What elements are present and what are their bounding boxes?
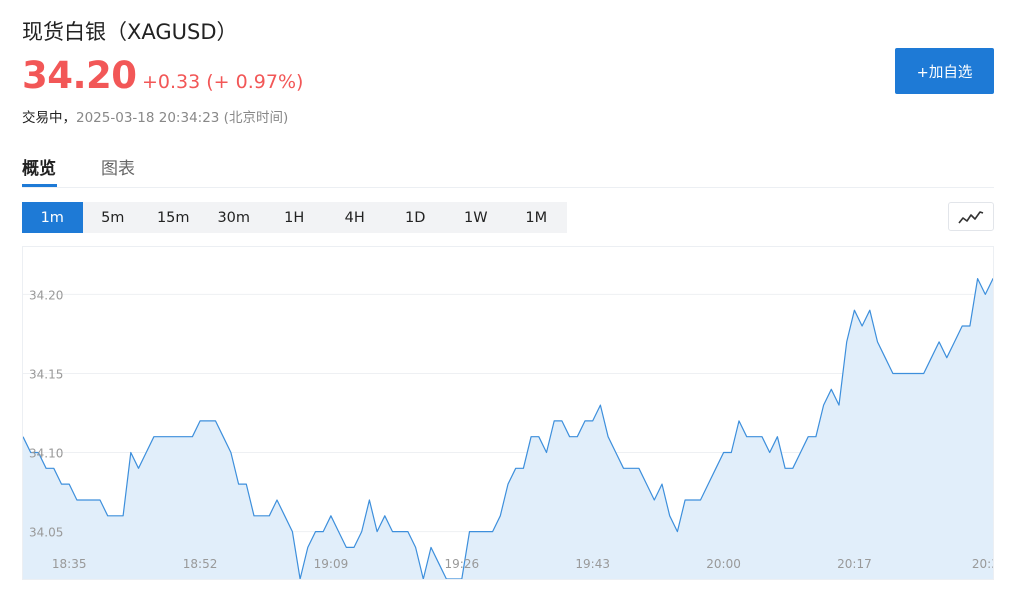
period-4h[interactable]: 4H bbox=[325, 202, 386, 233]
period-15m[interactable]: 15m bbox=[143, 202, 204, 233]
price-area bbox=[23, 278, 993, 579]
timezone-note: (北京时间) bbox=[219, 110, 289, 126]
x-tick-label: 20:00 bbox=[706, 557, 741, 571]
price-chart[interactable]: 34.20 34.15 34.10 34.05 18:35 18:52 19:09 19:26… bbox=[22, 246, 994, 580]
x-tick-label: 18:35 bbox=[52, 557, 87, 571]
period-1w[interactable]: 1W bbox=[446, 202, 507, 233]
period-1h[interactable]: 1H bbox=[264, 202, 325, 233]
add-to-watchlist-button[interactable]: +加自选 bbox=[895, 48, 994, 94]
period-1d[interactable]: 1D bbox=[385, 202, 446, 233]
x-tick-label: 20:17 bbox=[837, 557, 872, 571]
y-tick-label: 34.15 bbox=[29, 367, 63, 381]
current-price: 34.20 bbox=[22, 54, 137, 97]
period-5m[interactable]: 5m bbox=[83, 202, 144, 233]
trading-state: 交易中， bbox=[22, 110, 76, 126]
trading-status: 交易中，2025-03-18 20:34:23 (北京时间) bbox=[22, 106, 288, 126]
x-tick-label: 19:26 bbox=[445, 557, 480, 571]
period-30m[interactable]: 30m bbox=[204, 202, 265, 233]
x-tick-label: 19:09 bbox=[314, 557, 349, 571]
y-tick-label: 34.05 bbox=[29, 526, 63, 540]
chart-svg: 34.20 34.15 34.10 34.05 18:35 18:52 19:09 19:26… bbox=[23, 278, 993, 579]
page-title: 现货白银（XAGUSD） bbox=[22, 20, 238, 44]
y-tick-label: 34.20 bbox=[29, 288, 63, 302]
period-selector: 1m 5m 15m 30m 1H 4H 1D 1W 1M bbox=[22, 202, 567, 233]
x-tick-label: 19:43 bbox=[575, 557, 610, 571]
y-tick-label: 34.10 bbox=[29, 447, 63, 461]
chart-type-button[interactable] bbox=[948, 202, 994, 231]
tab-bar: 概览 图表 bbox=[22, 150, 994, 188]
period-1m[interactable]: 1m bbox=[22, 202, 83, 233]
x-tick-label: 18:52 bbox=[183, 557, 218, 571]
price-change: +0.33 (+ 0.97%) bbox=[142, 71, 304, 93]
trade-timestamp: 2025-03-18 20:34:23 bbox=[76, 110, 220, 126]
period-1mo[interactable]: 1M bbox=[506, 202, 567, 233]
tab-chart[interactable]: 图表 bbox=[101, 154, 135, 179]
active-tab-indicator bbox=[22, 184, 57, 187]
tab-overview[interactable]: 概览 bbox=[22, 154, 56, 179]
line-chart-icon bbox=[958, 210, 984, 223]
x-tick-label: 20:3 bbox=[972, 557, 993, 571]
